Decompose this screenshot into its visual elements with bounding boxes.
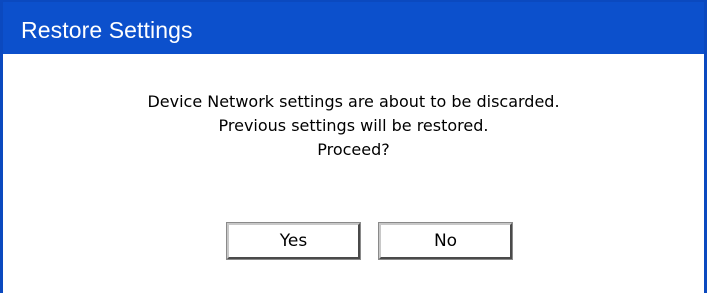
- message-line-2: Previous settings will be restored.: [218, 116, 489, 135]
- message-line-1: Device Network settings are about to be …: [147, 92, 560, 111]
- dialog-title: Restore Settings: [21, 16, 193, 43]
- no-button[interactable]: No: [378, 222, 513, 260]
- yes-button[interactable]: Yes: [226, 222, 361, 260]
- dialog-title-bar: Restore Settings: [3, 2, 704, 54]
- dialog-message: Device Network settings are about to be …: [3, 90, 704, 162]
- message-line-3: Proceed?: [317, 140, 390, 159]
- restore-settings-dialog: Restore Settings Device Network settings…: [0, 0, 707, 293]
